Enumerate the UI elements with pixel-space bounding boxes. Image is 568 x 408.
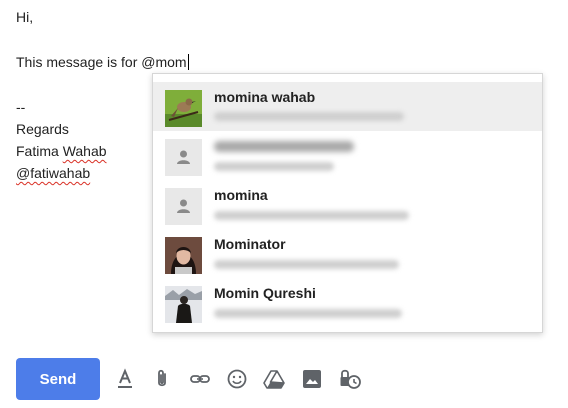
photo-icon[interactable] bbox=[301, 368, 323, 390]
link-icon[interactable] bbox=[189, 368, 211, 390]
text-caret bbox=[187, 54, 189, 70]
blurred-name bbox=[214, 141, 354, 152]
emoji-icon[interactable] bbox=[226, 368, 248, 390]
suggestion-name: Momin Qureshi bbox=[214, 285, 316, 301]
greeting-text: Hi, bbox=[16, 9, 34, 25]
blurred-email bbox=[214, 211, 409, 220]
suggestion-row-blurred[interactable] bbox=[153, 131, 542, 180]
signature-name: Fatima Wahab bbox=[16, 143, 107, 159]
mention-query: @mom bbox=[141, 54, 187, 70]
blurred-email bbox=[214, 162, 334, 171]
suggestion-name: Mominator bbox=[214, 236, 286, 252]
suggestion-row-momina[interactable]: momina bbox=[153, 180, 542, 229]
drive-icon[interactable] bbox=[263, 368, 285, 390]
attach-icon[interactable] bbox=[151, 368, 173, 390]
woman-photo-avatar bbox=[165, 237, 202, 274]
compose-toolbar: Send bbox=[0, 355, 568, 405]
send-button[interactable]: Send bbox=[16, 358, 100, 400]
mention-suggestions-dropdown: momina wahab momina Mominator Momin Qure… bbox=[152, 73, 543, 333]
bird-photo-avatar bbox=[165, 90, 202, 127]
signature-separator: -- bbox=[16, 99, 26, 115]
mention-line[interactable]: This message is for @mom bbox=[16, 54, 189, 70]
blurred-email bbox=[214, 260, 399, 269]
generic-person-icon bbox=[165, 139, 202, 176]
blurred-email bbox=[214, 309, 402, 318]
signature-first-name: Fatima bbox=[16, 143, 63, 159]
signature-closing: Regards bbox=[16, 121, 69, 137]
signature-last-name: Wahab bbox=[62, 143, 107, 159]
man-snow-photo-avatar bbox=[165, 286, 202, 323]
blurred-email bbox=[214, 112, 404, 121]
generic-person-icon bbox=[165, 188, 202, 225]
suggestion-row-momina-wahab[interactable]: momina wahab bbox=[153, 82, 542, 131]
format-text-icon[interactable] bbox=[114, 368, 136, 390]
signature-handle: @fatiwahab bbox=[16, 165, 90, 181]
suggestion-name: momina wahab bbox=[214, 89, 316, 105]
suggestion-row-mominator[interactable]: Mominator bbox=[153, 229, 542, 278]
signature-handle-text: @fatiwahab bbox=[16, 165, 91, 181]
message-prefix: This message is for bbox=[16, 54, 142, 70]
suggestion-row-momin-qureshi[interactable]: Momin Qureshi bbox=[153, 278, 542, 327]
confidential-mode-icon[interactable] bbox=[339, 368, 361, 390]
suggestion-name: momina bbox=[214, 187, 268, 203]
